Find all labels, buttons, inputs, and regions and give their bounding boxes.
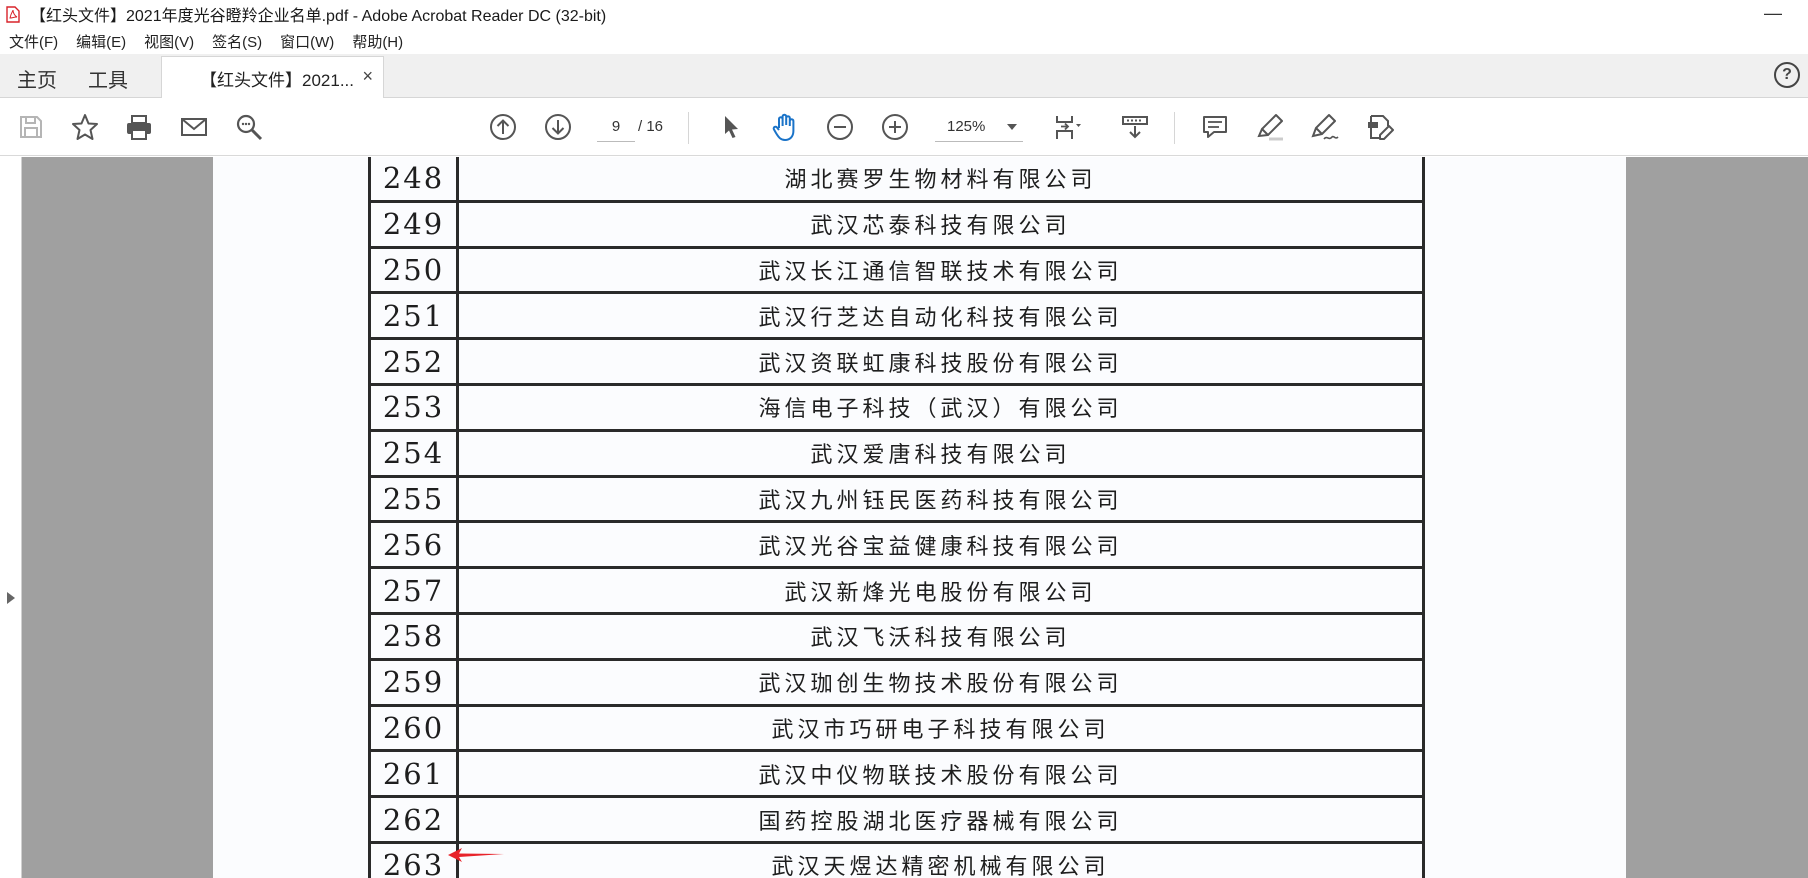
- row-number: 253: [371, 385, 459, 429]
- company-name: 武汉光谷宝益健康科技有限公司: [758, 534, 1123, 560]
- row-number: 255: [371, 477, 459, 521]
- sign-pen-icon[interactable]: [1308, 110, 1342, 144]
- page-fit-icon[interactable]: [1050, 110, 1084, 144]
- table-row: 252 武汉资联虹康科技股份有限公司: [368, 340, 1425, 386]
- plus-circle-icon[interactable]: [878, 110, 912, 144]
- highlight-pen-icon[interactable]: [1253, 110, 1287, 144]
- company-name: 武汉资联虹康科技股份有限公司: [758, 351, 1123, 377]
- table-row: 255 武汉九州钰民医药科技有限公司: [368, 477, 1425, 524]
- magnifier-icon[interactable]: [232, 110, 266, 144]
- company-name: 武汉飞沃科技有限公司: [810, 626, 1071, 652]
- toolbar: / 16 125%: [0, 98, 1808, 156]
- edit-document-icon[interactable]: [1363, 110, 1397, 144]
- navigation-pane-collapsed[interactable]: [0, 157, 22, 878]
- table-row: 251 武汉行芝达自动化科技有限公司: [368, 294, 1425, 341]
- acrobat-pdf-icon: [6, 5, 20, 23]
- table-row: 262 国药控股湖北医疗器械有限公司: [368, 798, 1425, 844]
- row-number: 260: [371, 706, 459, 750]
- menu-file[interactable]: 文件(F): [9, 31, 58, 52]
- table-row: 258 武汉飞沃科技有限公司: [368, 614, 1425, 661]
- minimize-button[interactable]: —: [1764, 3, 1782, 24]
- menu-help[interactable]: 帮助(H): [352, 31, 403, 52]
- comment-icon[interactable]: [1198, 110, 1232, 144]
- printer-icon[interactable]: [122, 110, 156, 144]
- company-name: 武汉长江通信智联技术有限公司: [758, 259, 1123, 285]
- tab-home[interactable]: 主页: [17, 64, 57, 93]
- table-row: 256 武汉光谷宝益健康科技有限公司: [368, 523, 1425, 570]
- table-row: 261 武汉中仪物联技术股份有限公司: [368, 752, 1425, 799]
- star-icon[interactable]: [68, 110, 102, 144]
- company-name: 武汉市巧研电子科技有限公司: [771, 717, 1110, 743]
- company-name: 武汉爱唐科技有限公司: [810, 443, 1071, 469]
- zoom-value: 125%: [947, 118, 986, 135]
- toolbar-divider: [688, 112, 689, 144]
- cursor-icon[interactable]: [714, 110, 748, 144]
- company-name: 武汉芯泰科技有限公司: [810, 214, 1071, 240]
- row-number: 249: [371, 202, 459, 246]
- envelope-icon[interactable]: [177, 110, 211, 144]
- menu-view[interactable]: 视图(V): [144, 31, 194, 52]
- tab-document[interactable]: 【红头文件】2021... ×: [161, 56, 384, 99]
- document-viewport[interactable]: 248 湖北赛罗生物材料有限公司 249 武汉芯泰科技有限公司 250 武汉长江通信智…: [0, 157, 1808, 878]
- row-number: 252: [371, 340, 459, 383]
- chevron-down-icon: [1007, 124, 1017, 130]
- table-row: 253 海信电子科技（武汉）有限公司: [368, 385, 1425, 432]
- table-row: 248 湖北赛罗生物材料有限公司: [368, 157, 1425, 203]
- row-number: 259: [371, 660, 459, 704]
- company-name: 武汉九州钰民医药科技有限公司: [758, 488, 1123, 514]
- minus-circle-icon[interactable]: [823, 110, 857, 144]
- scroll-mode-icon[interactable]: [1118, 110, 1152, 144]
- arrow-down-circle-icon[interactable]: [541, 110, 575, 144]
- company-name: 湖北赛罗生物材料有限公司: [784, 168, 1097, 194]
- page-total: / 16: [638, 118, 664, 135]
- menu-window[interactable]: 窗口(W): [280, 31, 334, 52]
- row-number: 262: [371, 798, 459, 841]
- company-name: 国药控股湖北医疗器械有限公司: [758, 809, 1123, 835]
- page-number-input[interactable]: [597, 112, 635, 142]
- menu-bar: 文件(F) 编辑(E) 视图(V) 签名(S) 窗口(W) 帮助(H): [0, 28, 1808, 54]
- zoom-select[interactable]: 125%: [935, 112, 1023, 142]
- tab-tools[interactable]: 工具: [88, 64, 128, 93]
- table-row: 254 武汉爱唐科技有限公司: [368, 431, 1425, 478]
- table-row: 260 武汉市巧研电子科技有限公司: [368, 706, 1425, 753]
- toolbar-divider: [1174, 112, 1175, 144]
- help-icon[interactable]: ?: [1774, 62, 1800, 88]
- table-row: 257 武汉新烽光电股份有限公司: [368, 569, 1425, 615]
- row-number: 251: [371, 294, 459, 338]
- row-number: 248: [371, 157, 459, 200]
- table-row: 259 武汉珈创生物技术股份有限公司: [368, 660, 1425, 707]
- menu-edit[interactable]: 编辑(E): [76, 31, 126, 52]
- company-table: 248 湖北赛罗生物材料有限公司 249 武汉芯泰科技有限公司 250 武汉长江通信智…: [368, 157, 1425, 878]
- company-name: 武汉珈创生物技术股份有限公司: [758, 672, 1123, 698]
- company-name: 武汉行芝达自动化科技有限公司: [758, 305, 1123, 331]
- row-number: 261: [371, 752, 459, 796]
- row-number: 256: [371, 523, 459, 567]
- row-number: 254: [371, 431, 459, 475]
- arrow-up-circle-icon[interactable]: [486, 110, 520, 144]
- red-arrow-annotation-icon: [448, 848, 504, 862]
- table-row: 249 武汉芯泰科技有限公司: [368, 202, 1425, 249]
- company-name: 武汉新烽光电股份有限公司: [784, 580, 1097, 606]
- row-number: 257: [371, 569, 459, 612]
- table-row: 250 武汉长江通信智联技术有限公司: [368, 248, 1425, 295]
- company-name: 武汉中仪物联技术股份有限公司: [758, 763, 1123, 789]
- tab-document-label: 【红头文件】2021...: [200, 70, 354, 90]
- hand-icon[interactable]: [768, 110, 802, 144]
- save-icon[interactable]: [14, 110, 48, 144]
- row-number: 250: [371, 248, 459, 292]
- company-name: 海信电子科技（武汉）有限公司: [758, 397, 1123, 423]
- menu-sign[interactable]: 签名(S): [212, 31, 262, 52]
- expand-pane-icon[interactable]: [7, 592, 15, 604]
- window-title: 【红头文件】2021年度光谷瞪羚企业名单.pdf - Adobe Acrobat…: [30, 8, 607, 25]
- pdf-page: 248 湖北赛罗生物材料有限公司 249 武汉芯泰科技有限公司 250 武汉长江通信智…: [213, 157, 1626, 878]
- tab-bar: 主页 工具 【红头文件】2021... × ?: [0, 54, 1808, 99]
- title-bar: 【红头文件】2021年度光谷瞪羚企业名单.pdf - Adobe Acrobat…: [0, 0, 1808, 28]
- company-name: 武汉天煜达精密机械有限公司: [771, 855, 1110, 878]
- table-row: 263 武汉天煜达精密机械有限公司: [368, 843, 1425, 878]
- close-tab-button[interactable]: ×: [362, 66, 373, 87]
- row-number: 258: [371, 614, 459, 658]
